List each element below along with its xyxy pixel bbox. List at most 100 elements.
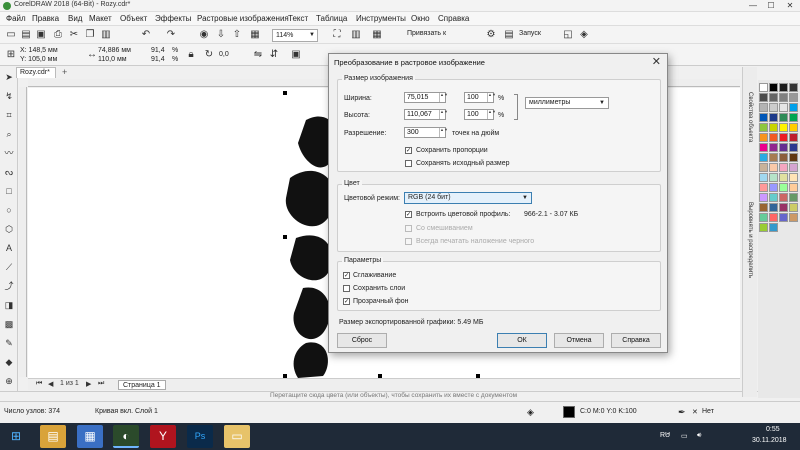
last-page-icon[interactable]: ⏭ [98, 380, 104, 388]
palette-swatch[interactable] [769, 183, 778, 192]
spin-icon[interactable]: ▲▼ [439, 110, 448, 119]
vertical-ruler[interactable] [19, 87, 27, 377]
export-icon[interactable]: ⇧ [231, 29, 243, 41]
yandex-browser-icon[interactable]: Y [150, 425, 176, 448]
cancel-button[interactable]: Отмена [554, 333, 604, 348]
palette-swatch[interactable] [779, 103, 788, 112]
palette-swatch[interactable] [769, 133, 778, 142]
calculator-app-icon[interactable]: ▦ [77, 425, 103, 448]
options-gear-icon[interactable]: ⚙ [485, 29, 497, 41]
object-height[interactable]: 110,0 мм [98, 56, 127, 63]
interactive-fill-icon[interactable]: ◆ [3, 356, 15, 368]
palette-swatch[interactable] [789, 173, 798, 182]
palette-swatch[interactable] [759, 213, 768, 222]
palette-swatch[interactable] [789, 143, 798, 152]
text-tool-icon[interactable]: A [3, 242, 15, 254]
palette-swatch[interactable] [769, 123, 778, 132]
palette-swatch[interactable] [789, 103, 798, 112]
reset-button[interactable]: Сброс [337, 333, 387, 348]
menu-object[interactable]: Объект [120, 14, 147, 23]
coreldraw-app-icon[interactable]: ◐ [113, 425, 139, 448]
spin-icon[interactable]: ▲▼ [487, 110, 496, 119]
y-position[interactable]: Y: 105,0 мм [20, 56, 57, 63]
save-icon[interactable]: ▣ [35, 29, 47, 41]
palette-swatch[interactable] [759, 113, 768, 122]
palette-swatch[interactable] [779, 113, 788, 122]
menu-file[interactable]: Файл [6, 14, 26, 23]
scale-width[interactable]: 91,4 [151, 47, 165, 54]
fill-color-swatch[interactable] [563, 406, 575, 418]
palette-swatch[interactable] [779, 133, 788, 142]
ellipse-tool-icon[interactable]: ○ [3, 204, 15, 216]
first-page-icon[interactable]: ⏮ [36, 380, 42, 388]
palette-swatch[interactable] [779, 183, 788, 192]
palette-swatch[interactable] [789, 153, 798, 162]
menu-help[interactable]: Справка [438, 14, 469, 23]
crop-tool-icon[interactable]: ⌗ [3, 109, 15, 121]
dialog-close-icon[interactable]: ✕ [652, 55, 661, 68]
menu-text[interactable]: Текст [288, 14, 308, 23]
photoshop-app-icon[interactable]: Ps [187, 425, 213, 448]
palette-swatch[interactable] [759, 93, 768, 102]
palette-swatch[interactable] [759, 163, 768, 172]
palette-swatch[interactable] [779, 153, 788, 162]
palette-swatch[interactable] [769, 163, 778, 172]
launch-icon[interactable]: ▤ [503, 29, 515, 41]
zoom-tool-icon[interactable]: ⌕ [3, 128, 15, 140]
polygon-tool-icon[interactable]: ⬡ [3, 223, 15, 235]
spin-icon[interactable]: ▲▼ [439, 128, 448, 137]
palette-swatch[interactable] [759, 153, 768, 162]
ok-button[interactable]: ОК [497, 333, 547, 348]
units-dropdown[interactable]: миллиметры ▼ [525, 97, 609, 109]
palette-swatch[interactable] [769, 153, 778, 162]
artistic-media-icon[interactable]: ᔓ [3, 166, 15, 178]
object-width[interactable]: 74,886 мм [98, 47, 131, 54]
menu-layout[interactable]: Макет [89, 14, 112, 23]
combine-icon[interactable]: ▣ [290, 49, 302, 61]
palette-swatch[interactable] [759, 83, 768, 92]
palette-swatch[interactable] [769, 113, 778, 122]
palette-swatch[interactable] [769, 193, 778, 202]
menu-window[interactable]: Окно [411, 14, 430, 23]
keep-ratio-checkbox[interactable]: ✓ [405, 147, 412, 154]
palette-swatch[interactable] [759, 123, 768, 132]
palette-swatch[interactable] [789, 203, 798, 212]
add-tool-icon[interactable]: ⊕ [3, 375, 15, 387]
palette-swatch[interactable] [769, 203, 778, 212]
palette-swatch[interactable] [769, 93, 778, 102]
width-input[interactable]: 75,015 ▲▼ [404, 92, 448, 103]
rotation-angle[interactable]: 0,0 [219, 51, 229, 58]
palette-swatch[interactable] [759, 143, 768, 152]
zoom-level-combo[interactable]: 114% ▼ [272, 29, 318, 42]
palette-swatch[interactable] [789, 213, 798, 222]
full-screen-icon[interactable]: ⛶ [331, 29, 343, 41]
clock-date[interactable]: 30.11.2018 [752, 437, 787, 444]
align-icon[interactable]: ◱ [562, 29, 574, 41]
eyedropper-tool-icon[interactable]: ✎ [3, 337, 15, 349]
palette-swatch[interactable] [769, 173, 778, 182]
palette-swatch[interactable] [759, 183, 768, 192]
new-document-icon[interactable]: ▭ [5, 29, 17, 41]
show-rulers-icon[interactable]: ▥ [350, 29, 362, 41]
transparent-bg-checkbox[interactable]: ✓ [343, 298, 350, 305]
menu-effects[interactable]: Эффекты [155, 14, 191, 23]
palette-swatch[interactable] [779, 163, 788, 172]
palette-swatch[interactable] [769, 223, 778, 232]
search-content-icon[interactable]: ◉ [198, 29, 210, 41]
language-indicator[interactable]: RU [660, 432, 670, 439]
color-hint-bar[interactable]: Перетащите сюда цвета (или объекты), что… [0, 391, 800, 400]
x-position[interactable]: X: 148,5 мм [20, 47, 58, 54]
mirror-horizontal-icon[interactable]: ⇋ [252, 49, 264, 61]
clock-time[interactable]: 0:55 [766, 426, 780, 433]
color-mode-dropdown[interactable]: RGB (24 бит) ▼ [404, 192, 532, 204]
redo-icon[interactable]: ↷ [165, 29, 177, 41]
spin-icon[interactable]: ▲▼ [487, 93, 496, 102]
import-icon[interactable]: ⇩ [215, 29, 227, 41]
palette-swatch[interactable] [789, 93, 798, 102]
fill-icon[interactable]: ◈ [578, 29, 590, 41]
palette-swatch[interactable] [759, 103, 768, 112]
palette-swatch[interactable] [769, 83, 778, 92]
undo-icon[interactable]: ↶ [140, 29, 152, 41]
antialias-checkbox[interactable]: ✓ [343, 272, 350, 279]
explorer-app-icon[interactable]: ▤ [40, 425, 66, 448]
